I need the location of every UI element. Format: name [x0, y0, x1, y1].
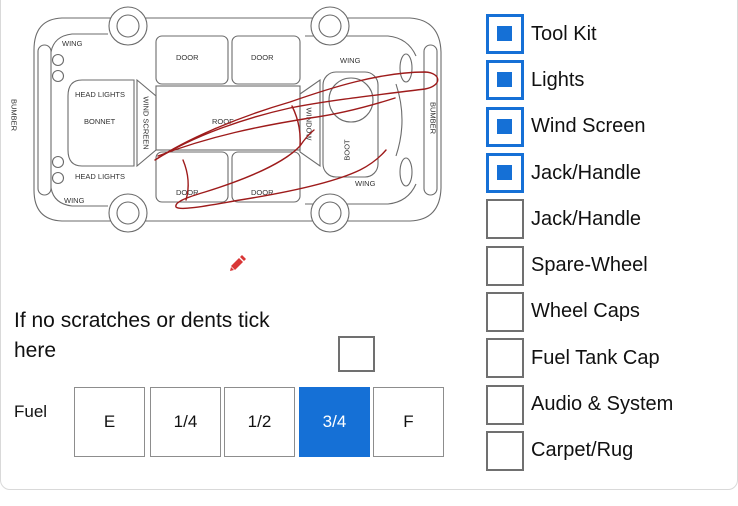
checklist-item-wind-screen[interactable]: Wind Screen [486, 104, 673, 150]
checklist-item-label: Lights [531, 68, 585, 91]
label-door-rear-top: DOOR [251, 53, 274, 62]
checklist-item-jack-handle-2[interactable]: Jack/Handle [486, 196, 673, 242]
checkbox[interactable] [486, 338, 524, 379]
checkbox[interactable] [486, 153, 524, 194]
checklist-item-carpet-rug[interactable]: Carpet/Rug [486, 428, 673, 474]
checkbox[interactable] [486, 384, 524, 425]
checklist-item-lights[interactable]: Lights [486, 57, 673, 103]
checklist-item-label: Wind Screen [531, 115, 646, 138]
checklist-item-audio-system[interactable]: Audio & System [486, 381, 673, 427]
fuel-option-quarter[interactable]: 1/4 [150, 387, 221, 457]
wheel [310, 193, 350, 233]
checklist-item-fuel-tank-cap[interactable]: Fuel Tank Cap [486, 335, 673, 381]
wheel [108, 6, 148, 46]
headlight [51, 171, 65, 185]
label-bumper-front: BUMBER [10, 99, 19, 132]
checklist-item-label: Jack/Handle [531, 207, 642, 230]
checkbox[interactable] [486, 199, 524, 240]
checklist-item-label: Fuel Tank Cap [531, 346, 660, 369]
checklist-item-label: Jack/Handle [531, 161, 642, 184]
checkbox[interactable] [486, 430, 524, 471]
fuel-option-full[interactable]: F [373, 387, 444, 457]
label-wing-front-bottom: WING [64, 196, 85, 205]
checklist-item-label: Audio & System [531, 393, 674, 416]
checklist-item-tool-kit[interactable]: Tool Kit [486, 11, 673, 57]
checklist-item-jack-handle[interactable]: Jack/Handle [486, 150, 673, 196]
fuel-option-empty[interactable]: E [74, 387, 145, 457]
checkbox[interactable] [486, 245, 524, 286]
label-head-lights-bottom: HEAD LIGHTS [75, 172, 125, 181]
checkbox[interactable] [486, 291, 524, 332]
front-bumper [37, 44, 52, 196]
tail-light [399, 53, 413, 83]
headlight [51, 69, 65, 83]
label-boot: BOOT [343, 139, 352, 161]
rear-edge-line [395, 83, 403, 157]
checklist-item-label: Wheel Caps [531, 300, 640, 323]
wheel [310, 6, 350, 46]
pencil-icon[interactable] [229, 254, 247, 272]
fuel-option-half[interactable]: 1/2 [224, 387, 295, 457]
checklist-item-label: Carpet/Rug [531, 439, 634, 462]
label-wind-screen: WIND SCREEN [142, 96, 151, 149]
checklist-item-wheel-caps[interactable]: Wheel Caps [486, 289, 673, 335]
car-damage-diagram[interactable]: BUMBER BUMBER WING HEAD LIGHTS BONNET WI… [0, 0, 450, 240]
fuel-option-three-quarter[interactable]: 3/4 [299, 387, 370, 457]
label-wing-rear-top: WING [340, 56, 361, 65]
no-damage-label: If no scratches or dents tick here [14, 309, 270, 362]
wheel [108, 193, 148, 233]
label-wing-rear-bottom: WING [355, 179, 376, 188]
accessories-checklist: Tool Kit Lights Wind Screen Jack/Handle … [486, 11, 673, 474]
label-bumper-rear: BUMBER [429, 102, 438, 135]
checkbox[interactable] [486, 14, 524, 55]
label-head-lights-top: HEAD LIGHTS [75, 90, 125, 99]
checklist-item-label: Tool Kit [531, 22, 597, 45]
checkbox[interactable] [486, 106, 524, 147]
label-bonnet: BONNET [84, 117, 116, 126]
no-damage-checkbox[interactable] [338, 336, 375, 372]
label-wing-front-top: WING [62, 39, 83, 48]
checklist-item-spare-wheel[interactable]: Spare-Wheel [486, 242, 673, 288]
fuel-label: Fuel [14, 402, 48, 421]
tail-light [399, 157, 413, 187]
checklist-item-label: Spare-Wheel [531, 254, 648, 277]
checkbox[interactable] [486, 60, 524, 101]
label-door-front-top: DOOR [176, 53, 199, 62]
label-window: WINDOW [305, 108, 314, 142]
headlight [51, 53, 65, 67]
headlight [51, 155, 65, 169]
